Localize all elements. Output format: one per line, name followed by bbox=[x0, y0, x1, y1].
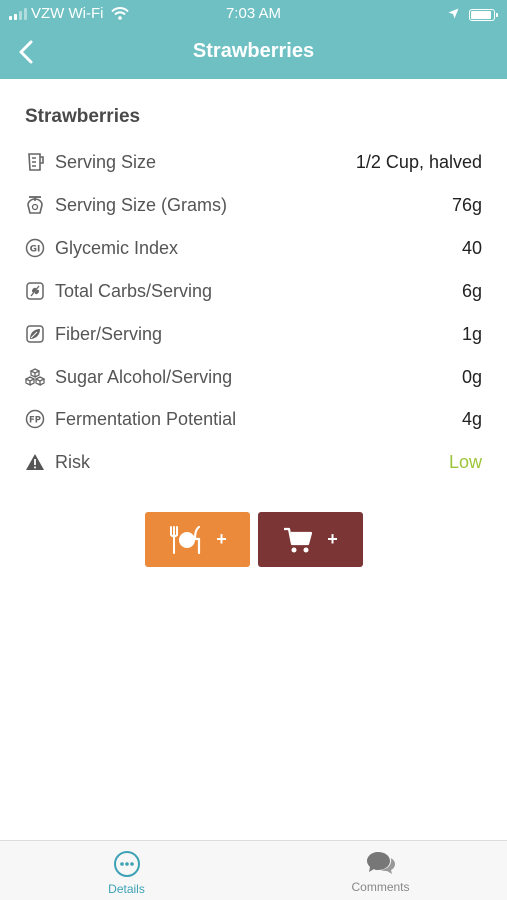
tab-label: Comments bbox=[351, 880, 410, 894]
measuring-cup-icon bbox=[25, 152, 45, 172]
shopping-cart-icon bbox=[283, 526, 313, 554]
row-value: 6g bbox=[461, 280, 482, 301]
add-cart-plus: + bbox=[327, 529, 338, 549]
row-value: 40 bbox=[461, 237, 482, 258]
row-value: 76g bbox=[451, 194, 482, 215]
ellipsis-circle-icon bbox=[113, 850, 141, 878]
row-value: 4g bbox=[461, 408, 482, 429]
plate-cutlery-icon bbox=[168, 525, 202, 555]
row-label: Serving Size (Grams) bbox=[55, 194, 228, 215]
row-label: Serving Size bbox=[55, 151, 157, 172]
serving-size-row: Serving Size 1/2 Cup, halved bbox=[25, 147, 482, 177]
risk-value: Low bbox=[448, 451, 482, 472]
add-to-meal-button[interactable]: + bbox=[145, 512, 250, 567]
page-title: Strawberries bbox=[192, 40, 315, 62]
chat-bubbles-icon bbox=[366, 850, 396, 876]
row-value: 0g bbox=[461, 366, 482, 387]
status-right bbox=[448, 6, 498, 23]
row-label: Fiber/Serving bbox=[55, 323, 163, 344]
sugar-alcohol-row: Sugar Alcohol/Serving 0g bbox=[25, 362, 482, 392]
row-label: Total Carbs/Serving bbox=[55, 280, 213, 301]
leaf-icon bbox=[25, 324, 45, 344]
header-bar: VZW Wi-Fi 7:03 AM Strawberries bbox=[0, 0, 507, 79]
warning-icon bbox=[25, 452, 45, 472]
svg-text:GI: GI bbox=[30, 245, 41, 255]
location-arrow-icon bbox=[448, 6, 459, 23]
row-label: Risk bbox=[55, 451, 90, 472]
row-label: Glycemic Index bbox=[55, 237, 179, 258]
add-to-cart-button[interactable]: + bbox=[258, 512, 363, 567]
gi-icon: GI bbox=[25, 238, 45, 258]
fp-icon: FP bbox=[25, 409, 45, 429]
tab-details[interactable]: Details bbox=[0, 841, 253, 900]
glycemic-index-row: GI Glycemic Index 40 bbox=[25, 233, 482, 263]
total-carbs-row: Total Carbs/Serving 6g bbox=[25, 276, 482, 306]
row-label: Fermentation Potential bbox=[55, 408, 237, 429]
tab-bar: Details Comments bbox=[0, 840, 507, 900]
battery-icon bbox=[469, 8, 498, 21]
serving-grams-row: Serving Size (Grams) 76g bbox=[25, 190, 482, 220]
food-name: Strawberries bbox=[25, 106, 141, 127]
tab-label: Details bbox=[108, 882, 145, 896]
nav-bar: Strawberries bbox=[0, 28, 507, 79]
scale-icon bbox=[25, 195, 45, 215]
status-bar: VZW Wi-Fi 7:03 AM bbox=[0, 0, 507, 28]
risk-row: Risk Low bbox=[25, 447, 482, 477]
sugar-cubes-icon bbox=[25, 367, 45, 387]
row-value: 1g bbox=[461, 323, 482, 344]
row-value: 1/2 Cup, halved bbox=[355, 151, 482, 172]
add-meal-plus: + bbox=[216, 529, 227, 549]
tab-comments[interactable]: Comments bbox=[254, 841, 507, 900]
fermentation-potential-row: FP Fermentation Potential 4g bbox=[25, 404, 482, 434]
wheat-icon bbox=[25, 281, 45, 301]
clock: 7:03 AM bbox=[225, 5, 282, 22]
fiber-row: Fiber/Serving 1g bbox=[25, 319, 482, 349]
row-label: Sugar Alcohol/Serving bbox=[55, 366, 233, 387]
svg-text:FP: FP bbox=[29, 416, 41, 426]
